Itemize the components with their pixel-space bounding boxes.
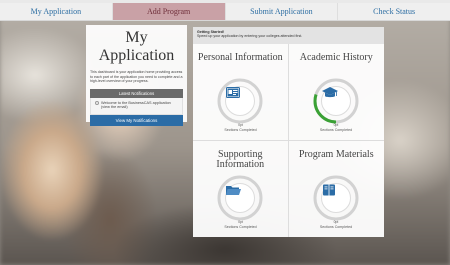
sections-completed-label: Sections Completed <box>224 224 257 229</box>
application-sections-panel: Getting Started! Speed up your applicati… <box>193 27 384 237</box>
sections-grid: Personal Information 0pt Sections Comple… <box>193 44 384 237</box>
tab-my-application[interactable]: My Application <box>0 3 112 20</box>
application-overview-panel: My Application This dashboard is your ap… <box>86 25 187 126</box>
sections-completed-label: Sections Completed <box>319 224 353 229</box>
graduation-cap-icon <box>320 86 351 116</box>
tab-check-status[interactable]: Check Status <box>337 3 450 20</box>
id-card-icon <box>225 86 255 116</box>
program-materials-card[interactable]: Program Materials 0pt Sections Completed <box>289 141 385 238</box>
tab-submit-application[interactable]: Submit Application <box>224 3 338 20</box>
personal-information-card[interactable]: Personal Information 0pt Sections Comple… <box>193 44 289 141</box>
sections-completed-label: Sections Completed <box>319 128 353 132</box>
view-notifications-button[interactable]: View My Notifications <box>90 114 183 126</box>
tab-add-program[interactable]: Add Program <box>111 3 225 20</box>
getting-started-text: Speed up your application by entering yo… <box>197 34 303 39</box>
progress-ring <box>216 174 264 222</box>
dashboard-intro: This dashboard is your application home … <box>90 70 183 84</box>
notification-item[interactable]: Welcome to the BusinessCAS application (… <box>90 97 183 115</box>
progress-ring <box>312 77 360 125</box>
folder-icon <box>225 182 255 213</box>
book-icon <box>320 182 351 213</box>
progress-ring <box>216 77 264 125</box>
percent-label: 0pt <box>333 219 339 224</box>
supporting-information-card[interactable]: Supporting Information 0pt Sections Comp… <box>193 140 289 237</box>
percent-label: 0pt <box>238 123 243 127</box>
card-title: Personal Information <box>197 52 283 63</box>
progress-ring <box>312 174 360 222</box>
notification-radio-icon <box>95 101 99 106</box>
card-title: Academic History <box>299 52 373 63</box>
academic-history-card[interactable]: Academic History 0pt Sections Completed <box>288 44 384 141</box>
getting-started-banner: Getting Started! Speed up your applicati… <box>193 27 384 44</box>
page-title: My Application <box>98 29 175 64</box>
top-navigation: My Application Add Program Submit Applic… <box>0 3 450 21</box>
card-title: Program Materials <box>298 148 374 160</box>
percent-label: 0pt <box>333 123 339 127</box>
notification-text: Welcome to the BusinessCAS application (… <box>101 100 171 110</box>
sections-completed-label: Sections Completed <box>224 128 257 132</box>
card-title: Supporting Information <box>216 148 265 170</box>
percent-label: 0pt <box>238 219 243 224</box>
notifications-header: Latest Notifications <box>90 88 183 98</box>
